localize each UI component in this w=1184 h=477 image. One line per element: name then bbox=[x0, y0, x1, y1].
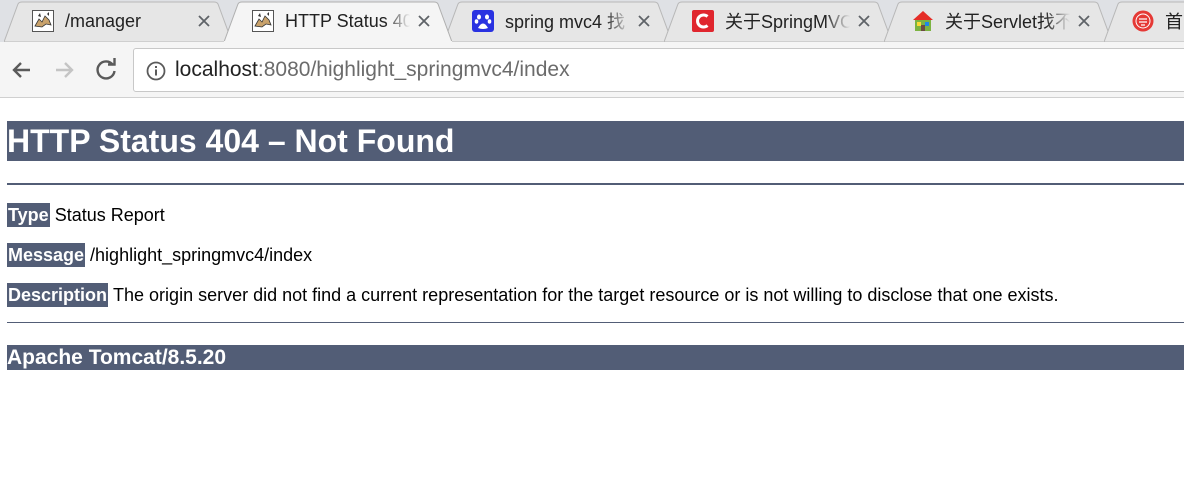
tab-title: /manager bbox=[65, 10, 142, 31]
tab-title: 首页 bbox=[1165, 12, 1184, 32]
message-value: /highlight_springmvc4/index bbox=[90, 245, 313, 265]
tab-homepage[interactable]: 首页 bbox=[1104, 0, 1184, 42]
reload-icon[interactable] bbox=[92, 56, 120, 84]
tab-title: 关于SpringMVC bbox=[725, 12, 850, 32]
close-icon[interactable] bbox=[416, 13, 432, 29]
close-icon[interactable] bbox=[1076, 13, 1092, 29]
type-row: Type Status Report bbox=[7, 203, 165, 227]
divider bbox=[7, 183, 1184, 185]
close-icon[interactable] bbox=[196, 13, 212, 29]
blog-icon bbox=[1132, 10, 1154, 32]
tab-springmvc[interactable]: 关于SpringMVC bbox=[664, 0, 892, 42]
page-content: HTTP Status 404 – Not Found Type Status R… bbox=[0, 99, 1184, 477]
tab-http-status-404[interactable]: HTTP Status 404 – Not Found bbox=[224, 0, 452, 42]
page-title: HTTP Status 404 – Not Found bbox=[7, 121, 1184, 161]
url-host: localhost bbox=[175, 58, 258, 81]
close-icon[interactable] bbox=[636, 13, 652, 29]
tomcat-icon bbox=[32, 10, 54, 32]
house-icon bbox=[913, 11, 933, 31]
tab-title: HTTP Status 404 – Not Found bbox=[285, 10, 410, 31]
type-label: Type bbox=[7, 203, 50, 227]
tab-title: spring mvc4 找 bbox=[505, 12, 626, 32]
server-footer: Apache Tomcat/8.5.20 bbox=[7, 345, 1184, 370]
tab-servlet[interactable]: 关于Servlet找不 bbox=[884, 0, 1112, 42]
tab-manager[interactable]: /manager bbox=[4, 0, 232, 42]
description-row: Description The origin server did not fin… bbox=[7, 283, 1059, 307]
info-icon[interactable] bbox=[146, 61, 166, 81]
description-label: Description bbox=[7, 283, 109, 307]
forward-arrow-icon[interactable] bbox=[50, 56, 78, 84]
tab-title: 关于Servlet找不 bbox=[945, 12, 1070, 32]
back-arrow-icon[interactable] bbox=[8, 56, 36, 84]
tab-strip: /manager spring mvc4 找 关于SpringMVC 关于Ser… bbox=[0, 0, 1184, 42]
close-icon[interactable] bbox=[856, 13, 872, 29]
type-value: Status Report bbox=[54, 205, 165, 225]
tomcat-icon bbox=[252, 10, 274, 32]
tab-spring-mvc4[interactable]: spring mvc4 找 bbox=[444, 0, 672, 42]
baidu-paw-icon bbox=[472, 10, 494, 32]
address-url[interactable]: localhost:8080/highlight_springmvc4/inde… bbox=[175, 58, 570, 82]
browser-toolbar: localhost:8080/highlight_springmvc4/inde… bbox=[0, 42, 1184, 98]
description-value: The origin server did not find a current… bbox=[113, 285, 1059, 305]
csdn-icon bbox=[692, 10, 714, 32]
divider bbox=[7, 322, 1184, 323]
url-path: :8080/highlight_springmvc4/index bbox=[257, 58, 570, 81]
message-label: Message bbox=[7, 243, 86, 267]
message-row: Message/highlight_springmvc4/index bbox=[7, 243, 312, 267]
address-bar[interactable]: localhost:8080/highlight_springmvc4/inde… bbox=[133, 48, 1184, 92]
